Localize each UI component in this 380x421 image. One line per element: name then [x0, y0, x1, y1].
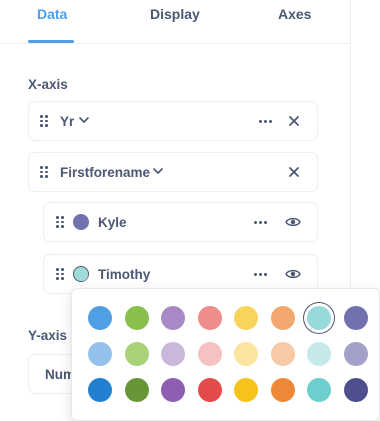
- chevron-down-icon[interactable]: [152, 166, 164, 176]
- color-swatch[interactable]: [197, 378, 222, 402]
- color-picker-popover: [71, 288, 380, 421]
- color-swatch[interactable]: [343, 306, 368, 330]
- color-swatch[interactable]: [88, 378, 112, 402]
- series-item-kyle[interactable]: Kyle: [43, 202, 318, 242]
- color-swatch[interactable]: [307, 342, 331, 366]
- color-swatch[interactable]: [161, 342, 185, 366]
- drag-handle-icon[interactable]: [40, 115, 48, 127]
- color-swatch[interactable]: [307, 306, 331, 330]
- color-swatch[interactable]: [124, 378, 149, 402]
- color-swatch[interactable]: [270, 378, 295, 402]
- color-swatch[interactable]: [234, 306, 258, 330]
- color-swatch[interactable]: [270, 306, 295, 330]
- field-label: Firstforename: [60, 165, 151, 180]
- tab-data[interactable]: Data: [37, 6, 67, 22]
- tab-display[interactable]: Display: [150, 6, 200, 22]
- settings-tabs: Data Display Axes: [0, 0, 350, 44]
- more-options-icon[interactable]: [258, 116, 274, 126]
- close-icon[interactable]: [288, 166, 300, 178]
- color-swatch[interactable]: [161, 378, 185, 402]
- close-icon[interactable]: [288, 115, 300, 127]
- drag-handle-icon[interactable]: [56, 268, 64, 280]
- drag-handle-icon[interactable]: [40, 166, 48, 178]
- series-label: Timothy: [98, 267, 151, 282]
- field-label: Yr: [60, 114, 75, 129]
- x-axis-heading: X-axis: [28, 77, 68, 92]
- color-swatch[interactable]: [197, 342, 222, 366]
- color-swatch[interactable]: [197, 306, 222, 330]
- color-swatch[interactable]: [234, 342, 258, 366]
- color-swatch[interactable]: [270, 342, 295, 366]
- color-swatch[interactable]: [343, 342, 368, 366]
- color-swatch[interactable]: [124, 342, 149, 366]
- color-swatch[interactable]: [88, 342, 112, 366]
- color-swatch[interactable]: [88, 306, 112, 330]
- color-swatch[interactable]: [161, 306, 185, 330]
- more-options-icon[interactable]: [253, 217, 269, 227]
- tab-axes[interactable]: Axes: [278, 6, 311, 22]
- color-swatch[interactable]: [343, 378, 368, 402]
- active-tab-indicator: [28, 40, 74, 43]
- more-options-icon[interactable]: [253, 269, 269, 279]
- x-axis-field-yr[interactable]: Yr: [28, 101, 318, 141]
- series-color-swatch[interactable]: [73, 214, 89, 230]
- y-axis-heading: Y-axis: [28, 328, 68, 343]
- eye-icon[interactable]: [285, 215, 301, 229]
- x-axis-field-firstforename[interactable]: Firstforename: [28, 152, 318, 192]
- chevron-down-icon[interactable]: [78, 115, 90, 125]
- color-swatch[interactable]: [124, 306, 149, 330]
- series-color-swatch[interactable]: [73, 266, 89, 282]
- drag-handle-icon[interactable]: [56, 216, 64, 228]
- color-swatch[interactable]: [307, 378, 331, 402]
- color-swatch[interactable]: [234, 378, 258, 402]
- eye-icon[interactable]: [285, 267, 301, 281]
- series-label: Kyle: [98, 215, 127, 230]
